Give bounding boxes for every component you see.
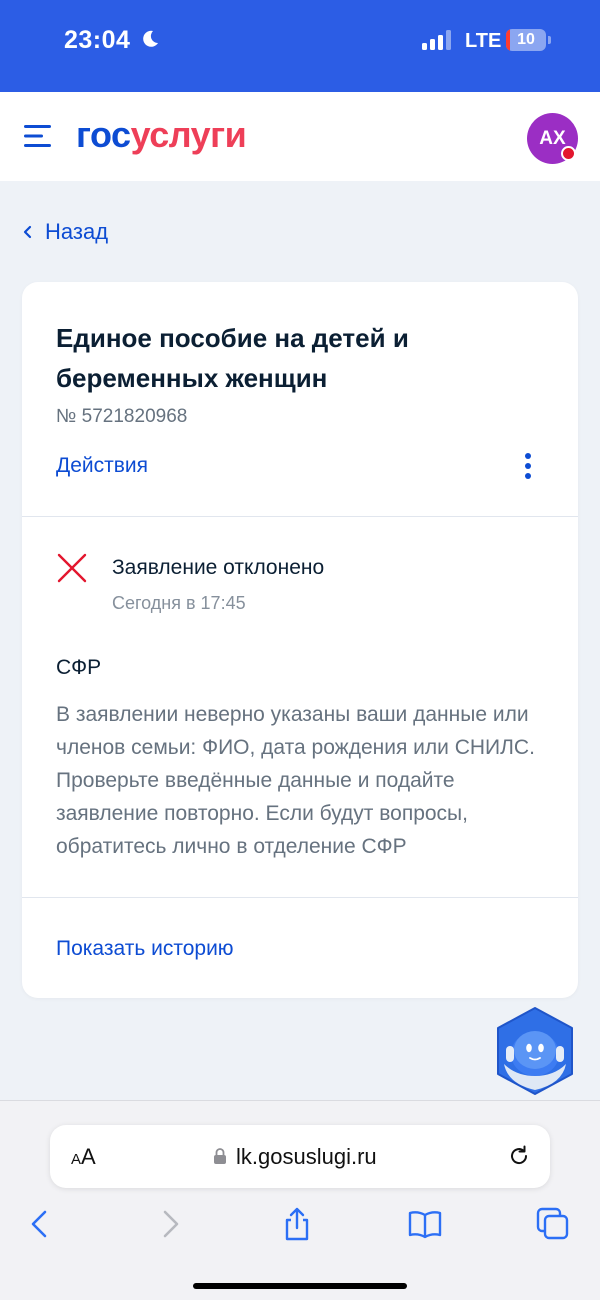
browser-toolbar: AA lk.gosuslugi.ru [0, 1100, 600, 1300]
chevron-left-icon [23, 225, 32, 239]
back-link[interactable]: Назад [22, 218, 108, 246]
divider [22, 897, 578, 898]
lock-icon [214, 1148, 226, 1164]
reload-icon[interactable] [507, 1144, 531, 1168]
forward-arrow-icon[interactable] [152, 1206, 188, 1242]
address-bar[interactable]: AA lk.gosuslugi.ru [50, 1125, 550, 1188]
battery-indicator: 10 [506, 29, 551, 51]
application-number: № 5721820968 [56, 406, 188, 427]
url-text: lk.gosuslugi.ru [236, 1144, 377, 1169]
reject-cross-icon [57, 553, 87, 583]
bookmarks-icon[interactable] [407, 1206, 443, 1242]
back-arrow-icon[interactable] [22, 1206, 58, 1242]
tabs-icon[interactable] [535, 1206, 571, 1242]
battery-level: 10 [517, 31, 535, 48]
signal-icon [422, 30, 451, 50]
logo-part-uslugi: услуги [130, 114, 247, 155]
organization-name: СФР [56, 656, 102, 679]
status-title: Заявление отклонено [112, 556, 325, 579]
text-size-button[interactable]: AA [71, 1144, 96, 1170]
notification-dot [561, 146, 576, 161]
application-title: Единое пособие на детей и беременных жен… [56, 323, 409, 393]
back-label: Назад [45, 219, 109, 244]
show-history-link[interactable]: Показать историю [56, 937, 234, 961]
rejection-reason: В заявлении неверно указаны ваши данные … [56, 703, 535, 858]
kebab-icon[interactable] [516, 450, 540, 482]
network-type: LTE [465, 30, 502, 52]
actions-link[interactable]: Действия [56, 454, 148, 478]
status-bar: 23:04 LTE 10 [0, 0, 600, 92]
menu-icon[interactable] [24, 124, 52, 148]
status-time: 23:04 [64, 26, 131, 54]
robot-assistant-icon[interactable] [494, 1006, 576, 1096]
status-timestamp: Сегодня в 17:45 [112, 593, 246, 613]
divider [22, 516, 578, 517]
application-card: Единое пособие на детей и беременных жен… [22, 282, 578, 998]
share-icon[interactable] [279, 1206, 315, 1242]
gosuslugi-logo[interactable]: госуслуги [76, 114, 247, 156]
home-indicator [193, 1283, 407, 1289]
moon-icon [143, 30, 158, 47]
logo-part-gos: гос [76, 114, 131, 155]
app-header: госуслуги АХ [0, 92, 600, 181]
